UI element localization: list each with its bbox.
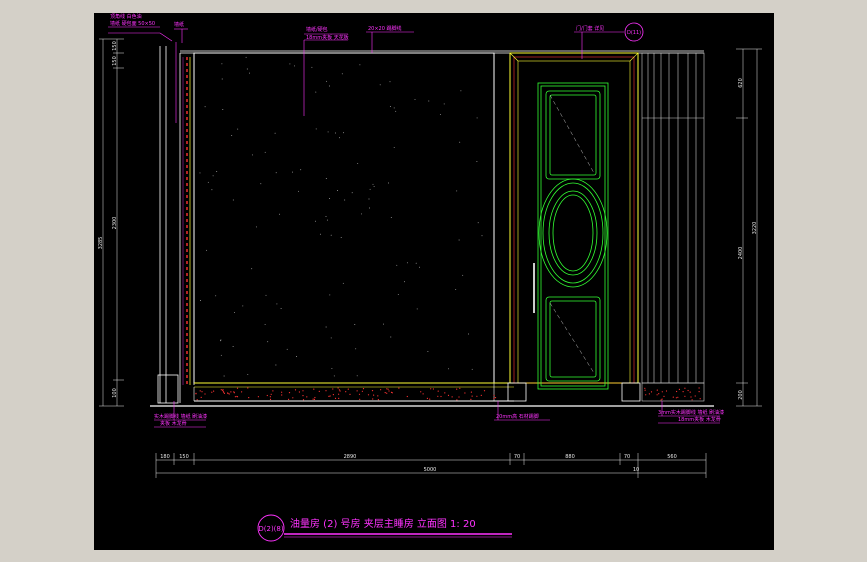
skirting-texture — [195, 387, 701, 401]
annotation-bottom-left-1: 实木踢脚线 墙纸 刷油漆 — [154, 413, 207, 420]
bottom-dim-4: 70 — [514, 454, 520, 460]
bottom-dim-5: 880 — [565, 454, 575, 460]
annotation-door-tag: D(11) — [627, 30, 641, 36]
annotation-bottom-left-2: 夹板 木龙骨 — [160, 420, 187, 427]
annotation-bottom-center: 20mm高 石材踢脚 — [496, 413, 539, 420]
annotation-bottom-right-2: 18mm夹板 木龙骨 — [678, 416, 721, 423]
annotation-top-center-3: 20×20 踢脚线 — [368, 25, 402, 32]
wood-panel — [641, 52, 705, 402]
bottom-dim-3: 2890 — [344, 454, 357, 460]
annotation-top-left-3: 墙纸 — [174, 21, 184, 28]
door-leaf — [533, 82, 609, 390]
bottom-dim-7: 560 — [667, 454, 677, 460]
wallpaper-texture-dots — [199, 56, 483, 377]
annotation-top-center-2: 18mm夹板 天花板 — [306, 34, 349, 41]
cad-viewport[interactable]: 顶角线 白色油 墙纸 硬包面 50×50 墙纸 墙纸/硬包 18mm夹板 天花板… — [94, 13, 774, 550]
right-dimension-lines — [736, 48, 762, 407]
bottom-dim-total-2: 10 — [633, 467, 639, 473]
right-dim-3: 200 — [738, 390, 744, 400]
left-wall-section — [157, 46, 704, 404]
annotation-top-center-1: 墙纸/硬包 — [306, 26, 328, 33]
door-swing-lines — [549, 94, 595, 374]
bottom-dim-1: 180 — [160, 454, 170, 460]
annotation-bottom-right-1: 3mm实木踢脚线 墙纸 刷油漆 — [658, 409, 724, 416]
elevation-drawing: 顶角线 白色油 墙纸 硬包面 50×50 墙纸 墙纸/硬包 18mm夹板 天花板… — [98, 13, 762, 542]
right-dim-2: 2400 — [738, 247, 744, 260]
right-dim-1: 620 — [738, 78, 744, 88]
left-dim-total: 3285 — [98, 237, 104, 250]
annotation-top-left-1: 顶角线 白色油 — [110, 13, 142, 20]
door-frame — [507, 52, 641, 402]
left-dim-1: 150 — [112, 41, 118, 51]
annotation-door-reference: 门/门套 详见 — [576, 25, 604, 32]
left-wall-hatch — [175, 42, 191, 385]
bottom-dim-6: 70 — [624, 454, 630, 460]
bottom-dim-2: 150 — [179, 454, 189, 460]
annotation-top-left-2: 墙纸 硬包面 50×50 — [110, 20, 155, 27]
right-dim-total: 3220 — [752, 222, 758, 235]
bottom-dim-total: 5000 — [424, 467, 437, 473]
left-dim-4: 100 — [112, 388, 118, 398]
drawing-title: 油量房 (2) 号房 夹层主睡房 立面图 1: 20 — [290, 517, 476, 530]
title-tag: D(2)(8) — [258, 525, 283, 533]
wallpaper-panel — [193, 52, 514, 402]
left-dim-3: 2300 — [112, 217, 118, 230]
annotation-leaders — [108, 26, 720, 428]
left-dim-2: 150 — [112, 56, 118, 66]
